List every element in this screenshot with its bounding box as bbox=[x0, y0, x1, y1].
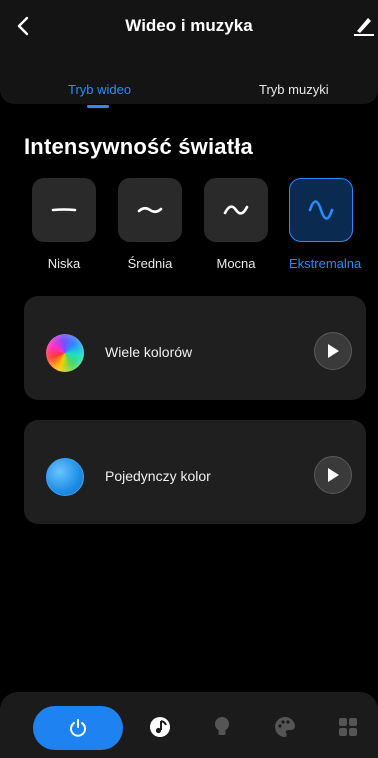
intensity-option-strong[interactable]: Mocna bbox=[204, 178, 268, 271]
play-button-single-color[interactable] bbox=[314, 456, 352, 494]
mode-tabs: Tryb wideo Tryb muzyki bbox=[0, 74, 378, 108]
multicolor-swatch bbox=[46, 334, 84, 372]
power-icon bbox=[70, 719, 86, 737]
intensity-option-low[interactable]: Niska bbox=[32, 178, 96, 271]
card-multicolor[interactable]: Wiele kolorów bbox=[24, 296, 366, 400]
intensity-tile-strong[interactable] bbox=[204, 178, 268, 242]
card-single-color[interactable]: Pojedynczy kolor bbox=[24, 420, 366, 524]
intensity-label-strong: Mocna bbox=[216, 256, 256, 271]
power-button[interactable] bbox=[33, 706, 123, 750]
edit-icon[interactable] bbox=[354, 14, 374, 36]
music-note-icon bbox=[150, 717, 170, 737]
play-icon bbox=[328, 468, 339, 482]
large-wave-icon bbox=[308, 200, 334, 220]
card-label-multicolor: Wiele kolorów bbox=[105, 344, 193, 360]
flat-line-icon bbox=[51, 208, 77, 212]
wave-icon bbox=[223, 205, 249, 215]
intensity-label-low: Niska bbox=[47, 256, 81, 271]
tab-underline bbox=[87, 105, 109, 108]
header: Wideo i muzyka Tryb wideo Tryb muzyki bbox=[0, 0, 378, 108]
nav-light[interactable] bbox=[209, 714, 235, 740]
play-icon bbox=[328, 344, 339, 358]
single-color-swatch bbox=[46, 458, 84, 496]
tab-music[interactable]: Tryb muzyki bbox=[259, 82, 329, 97]
page-title: Wideo i muzyka bbox=[125, 16, 253, 35]
intensity-tile-low[interactable] bbox=[32, 178, 96, 242]
bottom-nav bbox=[0, 692, 378, 758]
small-wave-icon bbox=[137, 206, 163, 214]
nav-more[interactable] bbox=[335, 714, 361, 740]
nav-music[interactable] bbox=[148, 714, 174, 740]
play-button-multicolor[interactable] bbox=[314, 332, 352, 370]
intensity-label-extreme: Ekstremalna bbox=[289, 256, 362, 271]
intensity-tile-medium[interactable] bbox=[118, 178, 182, 242]
nav-palette[interactable] bbox=[272, 714, 298, 740]
grid-icon bbox=[339, 718, 357, 736]
card-label-single-color: Pojedynczy kolor bbox=[105, 468, 211, 484]
palette-icon bbox=[275, 716, 295, 737]
intensity-tile-extreme[interactable] bbox=[289, 178, 353, 242]
intensity-label-medium: Średnia bbox=[127, 256, 173, 271]
intensity-option-extreme[interactable]: Ekstremalna bbox=[289, 178, 362, 271]
bulb-icon bbox=[215, 717, 229, 735]
tab-video[interactable]: Tryb wideo bbox=[68, 82, 131, 97]
intensity-title: Intensywność światła bbox=[24, 134, 253, 159]
intensity-option-medium[interactable]: Średnia bbox=[118, 178, 182, 271]
